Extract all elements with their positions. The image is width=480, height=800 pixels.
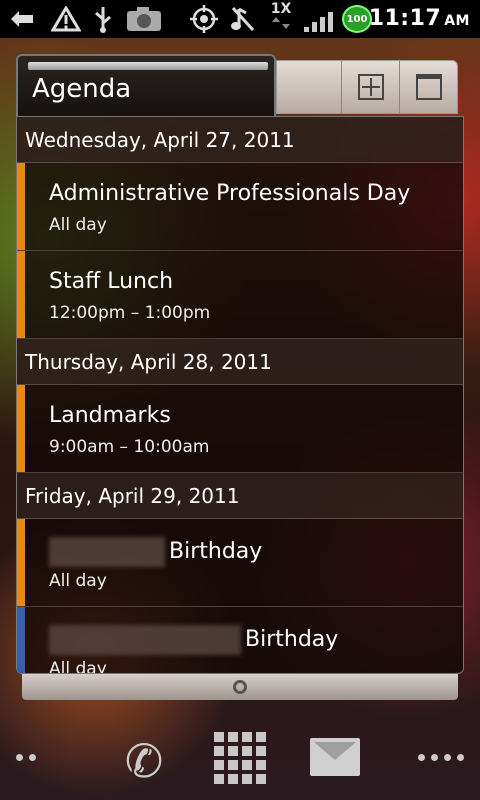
status-bar: 1X 100 11:17 AM: [0, 0, 480, 38]
launcher-dock: ✆: [0, 724, 480, 800]
agenda-tab[interactable]: Agenda: [16, 54, 276, 116]
event-time: All day: [49, 571, 107, 591]
widget-title: Agenda: [32, 74, 132, 104]
redacted-name: [49, 537, 165, 567]
event-time: All day: [49, 215, 107, 235]
widget-refresh-bar[interactable]: [22, 674, 458, 700]
mail-button[interactable]: [310, 738, 360, 776]
widget-toolbar: [276, 60, 458, 114]
app-drawer-button[interactable]: [214, 732, 266, 784]
network-type: 1X: [266, 2, 296, 33]
agenda-event[interactable]: Landmarks 9:00am – 10:00am: [17, 385, 463, 473]
usb-icon: [90, 4, 116, 34]
day-header: Friday, April 29, 2011: [17, 473, 463, 519]
clock: 11:17 AM: [368, 6, 470, 31]
phone-icon: ✆: [124, 734, 164, 788]
event-title: Birthday: [49, 625, 338, 655]
event-color-bar: [17, 385, 25, 472]
warning-icon: [50, 4, 82, 34]
agenda-event[interactable]: Birthday All day: [17, 607, 463, 674]
calendar-icon: [416, 74, 442, 100]
gps-icon: [188, 4, 220, 34]
silent-mode-icon: [228, 4, 258, 34]
event-title: Landmarks: [49, 403, 171, 428]
agenda-list[interactable]: Wednesday, April 27, 2011 Administrative…: [16, 116, 464, 674]
add-event-icon: [358, 74, 384, 100]
day-header: Thursday, April 28, 2011: [17, 339, 463, 385]
day-header: Wednesday, April 27, 2011: [17, 117, 463, 163]
home-screen-indicator-left[interactable]: [16, 754, 36, 761]
event-color-bar: [17, 607, 25, 673]
widget-grip: [28, 62, 268, 70]
event-color-bar: [17, 519, 25, 606]
signal-strength-icon: [304, 10, 334, 32]
event-title: Administrative Professionals Day: [49, 181, 411, 206]
agenda-event[interactable]: Administrative Professionals Day All day: [17, 163, 463, 251]
event-time: 12:00pm – 1:00pm: [49, 303, 211, 323]
battery-icon: 100: [342, 5, 372, 33]
event-title: Staff Lunch: [49, 269, 174, 294]
agenda-event[interactable]: Staff Lunch 12:00pm – 1:00pm: [17, 251, 463, 339]
home-screen-indicator-right[interactable]: [418, 754, 464, 761]
event-time: All day: [49, 659, 107, 674]
add-event-button[interactable]: [341, 61, 400, 113]
camera-icon: [124, 4, 164, 34]
event-time: 9:00am – 10:00am: [49, 437, 210, 457]
back-arrow-icon: [8, 4, 36, 34]
agenda-event[interactable]: Birthday All day: [17, 519, 463, 607]
phone-button[interactable]: ✆: [118, 734, 170, 788]
event-color-bar: [17, 251, 25, 338]
open-calendar-button[interactable]: [399, 61, 458, 113]
refresh-icon: [233, 680, 247, 694]
event-title: Birthday: [49, 537, 262, 567]
event-color-bar: [17, 163, 25, 250]
app-grid-icon: [214, 732, 224, 742]
redacted-name: [49, 625, 241, 655]
